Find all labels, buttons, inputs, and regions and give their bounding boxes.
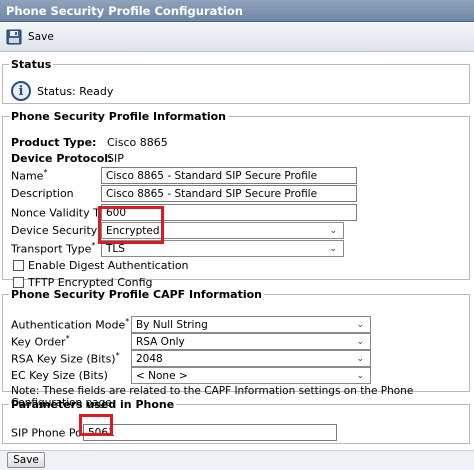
- toolbar-save-label: Save: [28, 31, 54, 43]
- description-row: Description: [11, 184, 107, 202]
- digest-row: Enable Digest Authentication: [13, 256, 189, 274]
- profile-info-section: Phone Security Profile Information Produ…: [2, 110, 470, 289]
- rsa-select[interactable]: 2048 ⌄: [131, 350, 371, 367]
- status-text: Status: Ready: [37, 84, 114, 98]
- nonce-row: Nonce Validity Time*: [11, 203, 124, 221]
- sip-port-row: SIP Phone Port*: [11, 423, 95, 441]
- ec-row: EC Key Size (Bits): [11, 366, 131, 384]
- security-mode-label: Device Security Mode: [11, 223, 131, 237]
- status-section: Status i Status: Ready: [2, 58, 470, 104]
- product-type-value: Cisco 8865: [107, 135, 168, 149]
- info-icon: i: [11, 81, 31, 101]
- floppy-disk-icon: [6, 29, 22, 45]
- toolbar-save-button[interactable]: Save: [6, 28, 54, 46]
- footer-save-button[interactable]: Save: [7, 452, 45, 468]
- ec-label: EC Key Size (Bits): [11, 368, 108, 382]
- transport-value: TLS: [106, 242, 125, 255]
- device-protocol-label: Device Protocol:: [11, 151, 113, 165]
- capf-section: Phone Security Profile CAPF Information …: [2, 288, 470, 409]
- device-protocol-value: SIP: [107, 151, 124, 165]
- chevron-down-icon: ⌄: [329, 243, 337, 254]
- tftp-label: TFTP Encrypted Config: [28, 275, 153, 289]
- rsa-label: RSA Key Size (Bits)*: [11, 350, 120, 366]
- sip-port-label: SIP Phone Port*: [11, 425, 95, 440]
- ec-value: < None >: [136, 369, 188, 382]
- name-row: Name*: [11, 166, 107, 184]
- device-protocol-row: Device Protocol: SIP: [11, 149, 124, 167]
- name-label: Name*: [11, 167, 48, 183]
- ec-select[interactable]: < None > ⌄: [131, 367, 371, 384]
- tftp-checkbox[interactable]: [13, 276, 24, 288]
- chevron-down-icon: ⌄: [356, 319, 364, 330]
- auth-mode-select[interactable]: By Null String ⌄: [131, 316, 371, 333]
- description-input[interactable]: [101, 185, 357, 202]
- chevron-down-icon: ⌄: [356, 336, 364, 347]
- transport-label: Transport Type*: [11, 240, 96, 256]
- security-mode-row: Device Security Mode: [11, 221, 131, 239]
- auth-mode-value: By Null String: [136, 318, 208, 331]
- auth-mode-label: Authentication Mode*: [11, 316, 130, 332]
- chevron-down-icon: ⌄: [356, 353, 364, 364]
- rsa-value: 2048: [136, 352, 163, 365]
- digest-checkbox[interactable]: [13, 259, 24, 271]
- params-legend: Parameters used in Phone: [11, 398, 175, 411]
- profile-info-legend: Phone Security Profile Information: [11, 110, 227, 123]
- key-order-select[interactable]: RSA Only ⌄: [131, 333, 371, 350]
- digest-label: Enable Digest Authentication: [28, 258, 189, 272]
- status-row: i Status: Ready: [11, 81, 113, 101]
- status-legend: Status: [11, 58, 52, 71]
- transport-row: Transport Type*: [11, 239, 107, 257]
- footer-bar: [0, 450, 474, 470]
- key-order-label: Key Order*: [11, 333, 70, 349]
- params-section: Parameters used in Phone SIP Phone Port*: [2, 398, 470, 444]
- key-order-value: RSA Only: [136, 335, 185, 348]
- page-title: Phone Security Profile Configuration: [0, 0, 474, 22]
- chevron-down-icon: ⌄: [356, 370, 364, 381]
- name-input[interactable]: [101, 167, 357, 184]
- toolbar: Save: [0, 22, 474, 52]
- highlight-security-transport: [98, 206, 164, 244]
- auth-mode-row: Authentication Mode*: [11, 315, 131, 333]
- highlight-sip-port: [79, 414, 113, 436]
- sip-port-input[interactable]: [83, 424, 337, 441]
- product-type-label: Product Type:: [11, 135, 97, 149]
- key-order-row: Key Order*: [11, 332, 131, 350]
- nonce-label: Nonce Validity Time*: [11, 205, 124, 220]
- description-label: Description: [11, 186, 74, 200]
- capf-legend: Phone Security Profile CAPF Information: [11, 288, 263, 301]
- rsa-row: RSA Key Size (Bits)*: [11, 349, 131, 367]
- chevron-down-icon: ⌄: [329, 225, 337, 236]
